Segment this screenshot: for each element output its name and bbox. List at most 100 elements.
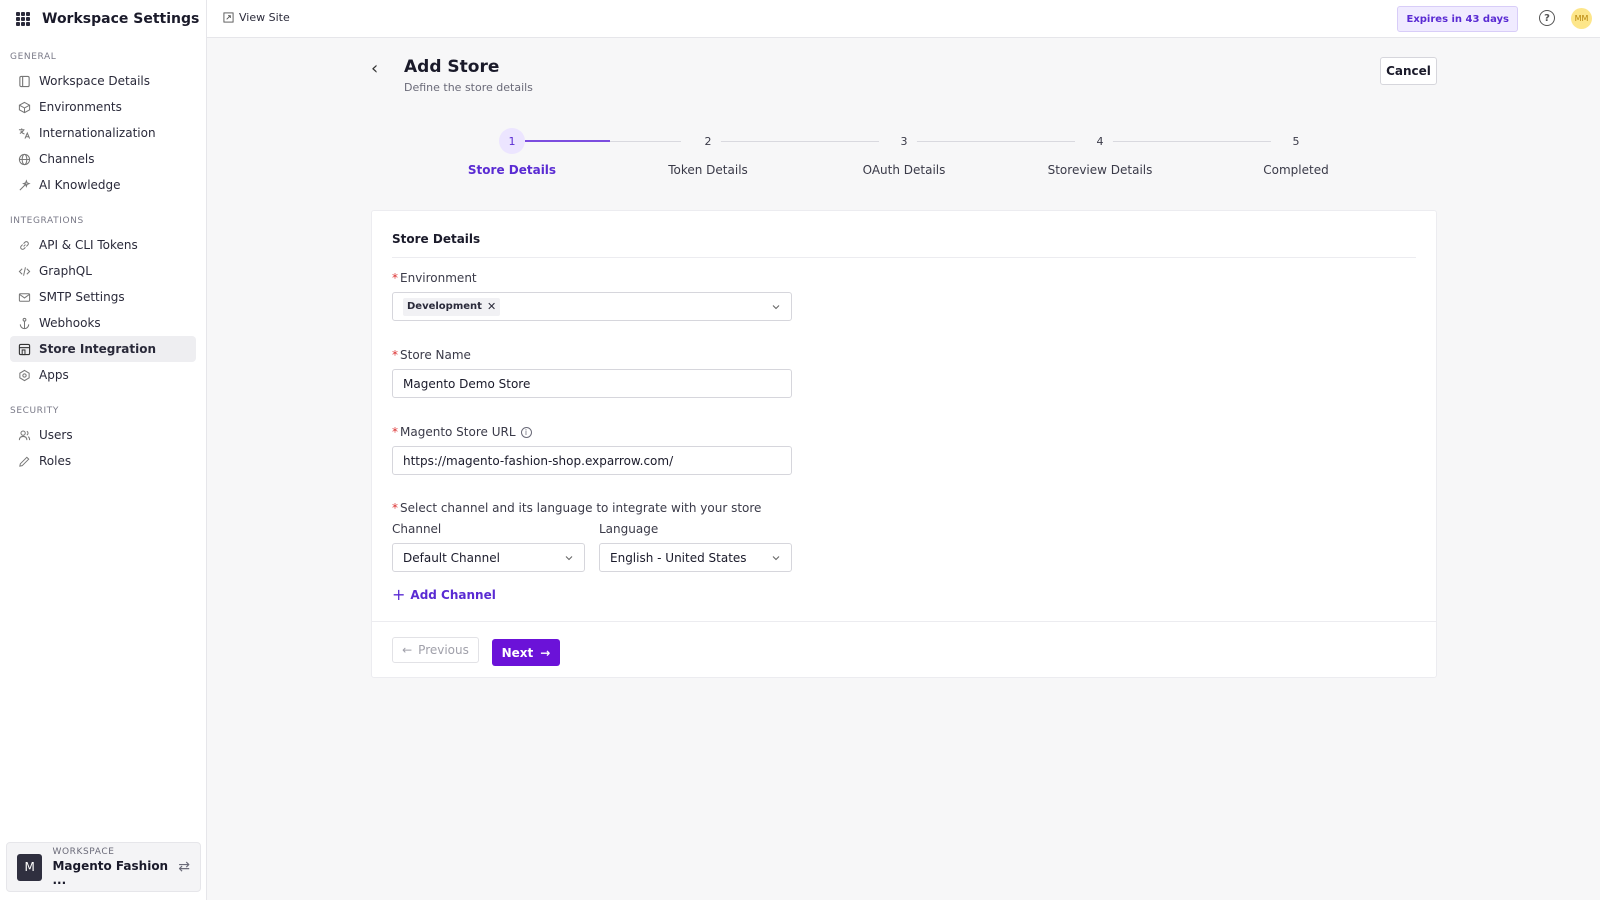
sidebar-item-label: Roles [39, 454, 72, 468]
add-channel-label: Add Channel [410, 587, 496, 602]
chevron-down-icon [772, 305, 780, 310]
sidebar-item-channels[interactable]: Channels [10, 146, 196, 172]
plus-icon: + [392, 585, 406, 604]
channel-select[interactable]: Default Channel [392, 543, 585, 572]
step-number: 2 [695, 128, 721, 154]
environment-label: * Environment [392, 271, 477, 285]
sidebar-item-apps[interactable]: Apps [10, 362, 196, 388]
next-label: Next [501, 645, 534, 660]
chevron-down-icon [565, 556, 573, 561]
card-title: Store Details [392, 232, 481, 246]
workspace-switcher[interactable]: M WORKSPACE Magento Fashion ... ⇄ [6, 842, 201, 892]
swap-icon[interactable]: ⇄ [178, 859, 190, 875]
environment-chip[interactable]: Development ✕ [403, 297, 501, 316]
user-avatar[interactable]: MM [1571, 8, 1592, 29]
step-number: 4 [1087, 128, 1113, 154]
globe-icon [18, 153, 31, 165]
chevron-down-icon [772, 556, 780, 561]
step-store-details[interactable]: 1 Store Details [442, 128, 582, 177]
workspace-name: Magento Fashion ... [52, 859, 169, 887]
info-icon[interactable]: i [520, 427, 532, 438]
sidebar-item-label: GraphQL [39, 264, 92, 278]
translate-icon [18, 127, 31, 139]
step-number: 1 [499, 128, 525, 154]
sidebar-item-users[interactable]: Users [10, 422, 196, 448]
apps-icon [19, 369, 30, 381]
add-channel-button[interactable]: + Add Channel [392, 585, 496, 604]
page-subtitle: Define the store details [404, 81, 533, 94]
apps-grid-icon[interactable] [16, 12, 30, 26]
language-select[interactable]: English - United States [599, 543, 792, 572]
sparkle-icon [19, 178, 31, 191]
page-title: Add Store [404, 57, 500, 77]
language-select-value: English - United States [610, 550, 747, 565]
sidebar-title: Workspace Settings [42, 11, 200, 27]
arrow-left-icon: ← [402, 643, 413, 657]
store-name-label-text: Store Name [400, 348, 471, 362]
sidebar-header: Workspace Settings [0, 0, 206, 38]
top-bar: View Site Expires in 43 days ? MM [207, 0, 1600, 38]
sidebar-item-store-integration[interactable]: Store Integration [10, 336, 196, 362]
sidebar-item-label: Webhooks [39, 316, 101, 330]
anchor-icon [19, 317, 30, 329]
section-security: SECURITY [10, 406, 59, 416]
sidebar-item-api-tokens[interactable]: API & CLI Tokens [10, 232, 196, 258]
store-icon [18, 343, 31, 355]
sidebar-item-label: Environments [39, 100, 122, 114]
store-url-label: * Magento Store URL i [392, 425, 532, 439]
back-arrow-icon[interactable]: ‹ [371, 58, 378, 79]
document-icon [19, 75, 30, 87]
cancel-button[interactable]: Cancel [1380, 57, 1437, 85]
stepper: 1 Store Details 2 Token Details 3 OAuth … [412, 128, 1412, 188]
arrow-right-icon: → [540, 645, 551, 660]
step-storeview-details[interactable]: 4 Storeview Details [1030, 128, 1170, 177]
sidebar-item-label: Store Integration [39, 342, 156, 356]
channel-select-value: Default Channel [403, 550, 500, 565]
workspace-label: WORKSPACE [52, 847, 115, 857]
sidebar-item-label: API & CLI Tokens [39, 238, 138, 252]
sidebar-item-ai-knowledge[interactable]: AI Knowledge [10, 172, 196, 198]
step-label: Token Details [668, 163, 748, 177]
sidebar-item-label: SMTP Settings [39, 290, 125, 304]
mail-icon [18, 292, 31, 302]
step-label: Store Details [467, 163, 557, 177]
sidebar-item-workspace-details[interactable]: Workspace Details [10, 68, 196, 94]
previous-label: Previous [418, 643, 469, 657]
expires-badge[interactable]: Expires in 43 days [1397, 6, 1518, 32]
channel-label: Channel [392, 522, 442, 536]
card-footer-divider [372, 621, 1436, 622]
sidebar: Workspace Settings GENERAL Workspace Det… [0, 0, 207, 900]
previous-button[interactable]: ← Previous [392, 637, 479, 663]
store-url-input[interactable]: https://magento-fashion-shop.exparrow.co… [392, 446, 792, 475]
step-oauth-details[interactable]: 3 OAuth Details [834, 128, 974, 177]
sidebar-item-label: Workspace Details [39, 74, 151, 88]
help-icon[interactable]: ? [1539, 10, 1555, 26]
sidebar-item-environments[interactable]: Environments [10, 94, 196, 120]
step-completed[interactable]: 5 Completed [1226, 128, 1366, 177]
remove-chip-icon[interactable]: ✕ [487, 300, 496, 313]
sidebar-item-internationalization[interactable]: Internationalization [10, 120, 196, 146]
step-label: Completed [1263, 163, 1329, 177]
next-button[interactable]: Next → [492, 639, 560, 666]
sidebar-item-roles[interactable]: Roles [10, 448, 196, 474]
cube-icon [18, 101, 31, 113]
sidebar-item-smtp[interactable]: SMTP Settings [10, 284, 196, 310]
environment-select[interactable]: Development ✕ [392, 292, 792, 321]
pencil-icon [19, 456, 30, 467]
view-site-label: View Site [239, 11, 290, 24]
sidebar-item-label: Channels [39, 152, 95, 166]
step-token-details[interactable]: 2 Token Details [638, 128, 778, 177]
store-name-input[interactable]: Magento Demo Store [392, 369, 792, 398]
step-label: Storeview Details [1047, 163, 1153, 177]
view-site-link[interactable]: View Site [223, 11, 290, 24]
step-label: OAuth Details [862, 163, 946, 177]
sidebar-item-webhooks[interactable]: Webhooks [10, 310, 196, 336]
link-icon [20, 240, 29, 250]
channel-section-label-text: Select channel and its language to integ… [400, 501, 762, 515]
store-details-card: Store Details * Environment Development ✕… [371, 210, 1437, 678]
store-name-label: * Store Name [392, 348, 471, 362]
sidebar-item-graphql[interactable]: GraphQL [10, 258, 196, 284]
store-url-label-text: Magento Store URL [400, 425, 516, 439]
section-integrations: INTEGRATIONS [10, 216, 84, 226]
code-icon [18, 266, 31, 276]
